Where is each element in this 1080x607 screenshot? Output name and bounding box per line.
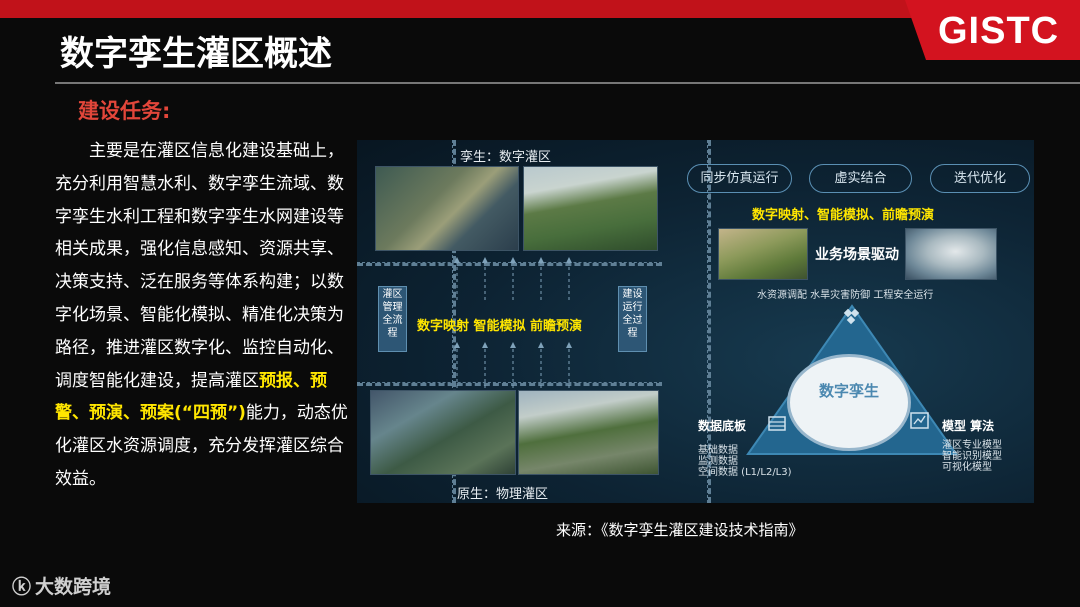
pill-iterative-optimization: 迭代优化 [930, 164, 1030, 193]
digital-twin-diagram: 孪生：数字灌区 灌区管理全流程 数字映射 智能模拟 前瞻预演 建设运行全过程 原… [357, 140, 1034, 503]
model-item: 灌区专业模型 [942, 440, 1002, 451]
model-algorithm-title: 模型 算法 [942, 419, 995, 433]
title-divider [55, 82, 1080, 84]
pill-sync-simulation: 同步仿真运行 [687, 164, 792, 193]
middle-flow-text: 数字映射 智能模拟 前瞻预演 [417, 319, 583, 334]
section-subtitle: 建设任务: [78, 99, 171, 123]
right-flow-text: 数字映射、智能模拟、前瞻预演 [752, 208, 935, 223]
data-base-item: 监测数据 [698, 456, 738, 467]
brand-watermark: ⓚ 大数跨境 [12, 572, 111, 599]
data-base-title: 数据底板 [698, 419, 747, 433]
model-item: 可视化模型 [942, 462, 992, 473]
center-circle [787, 354, 911, 451]
source-caption: 来源：《数字孪生灌区建设技术指南》 [556, 521, 804, 539]
model-item: 智能识别模型 [942, 451, 1002, 462]
model-chart-icon [910, 412, 929, 429]
brand-name: 大数跨境 [35, 576, 112, 598]
irrigation-management-box: 灌区管理全流程 [378, 286, 407, 352]
data-table-icon [768, 416, 786, 431]
physical-label: 原生：物理灌区 [457, 487, 549, 502]
body-text-part1: 主要是在灌区信息化建设基础上，充分利用智慧水利、数字孪生流域、数字孪生水利工程和… [55, 141, 344, 391]
data-base-item: 空间数据 (L1/L2/L3) [698, 467, 792, 478]
scenario-floodgate-image [905, 228, 997, 280]
data-base-items: 基础数据 监测数据 空间数据 (L1/L2/L3) [698, 445, 792, 478]
model-algorithm-items: 灌区专业模型 智能识别模型 可视化模型 [942, 440, 1002, 473]
construction-operation-box: 建设运行全过程 [618, 286, 647, 352]
data-base-item: 基础数据 [698, 445, 738, 456]
scenario-subtext: 水资源调配 水旱灾害防御 工程安全运行 [757, 290, 934, 301]
body-paragraph: 主要是在灌区信息化建设基础上，充分利用智慧水利、数字孪生流域、数字孪生水利工程和… [55, 135, 355, 496]
brand-logo-icon: ⓚ [12, 576, 32, 598]
page-title: 数字孪生灌区概述 [60, 34, 332, 74]
gistc-logo: GISTC [938, 10, 1060, 52]
scenario-farmland-image [718, 228, 808, 280]
pill-virtual-real: 虚实结合 [809, 164, 912, 193]
physical-dam-image [518, 390, 659, 475]
center-label: 数字孪生 [819, 382, 880, 400]
physical-river-image [370, 390, 516, 475]
scenario-title: 业务场景驱动 [815, 247, 899, 263]
